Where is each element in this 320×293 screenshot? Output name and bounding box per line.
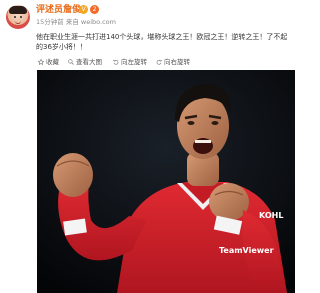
search-icon [68,59,74,65]
verified-badge-icon: V [79,5,88,14]
view-large-button[interactable]: 查看大图 [68,58,102,67]
rotate-right-icon [156,59,162,65]
avatar-eye [20,16,22,18]
member-badge-icon: 2 [90,5,99,14]
rotate-right-label: 向右旋转 [164,58,190,66]
post-photo[interactable]: TeamViewer KOHL [37,70,295,293]
post-meta: 15分钟前 来自 weibo.com [36,18,116,26]
view-large-label: 查看大图 [76,58,102,66]
rotate-left-icon [113,59,119,65]
player-celebration-image: TeamViewer KOHL [37,70,295,293]
weibo-post: 评述员詹俊 V 2 15分钟前 来自 weibo.com 他在职业生涯一共打进1… [0,0,300,293]
post-time[interactable]: 15分钟前 [36,18,64,26]
user-name[interactable]: 评述员詹俊 [36,5,81,16]
star-icon [38,59,44,65]
shirt-sponsor-text: TeamViewer [219,246,274,255]
post-text: 他在职业生涯一共打进140个头球，堪称头球之王！欧冠之王！逆转之王！了不起的36… [36,33,288,51]
avatar-mouth [15,20,21,24]
avatar-eye [14,16,16,18]
rotate-left-label: 向左旋转 [121,58,147,66]
avatar[interactable] [6,5,30,29]
favorite-button[interactable]: 收藏 [38,58,59,67]
rotate-right-button[interactable]: 向右旋转 [156,58,190,67]
favorite-label: 收藏 [46,58,59,66]
rotate-left-button[interactable]: 向左旋转 [113,58,147,67]
avatar-hair [9,6,27,14]
post-device: 来自 weibo.com [65,18,116,26]
shirt-brand-text: KOHL [259,211,283,220]
